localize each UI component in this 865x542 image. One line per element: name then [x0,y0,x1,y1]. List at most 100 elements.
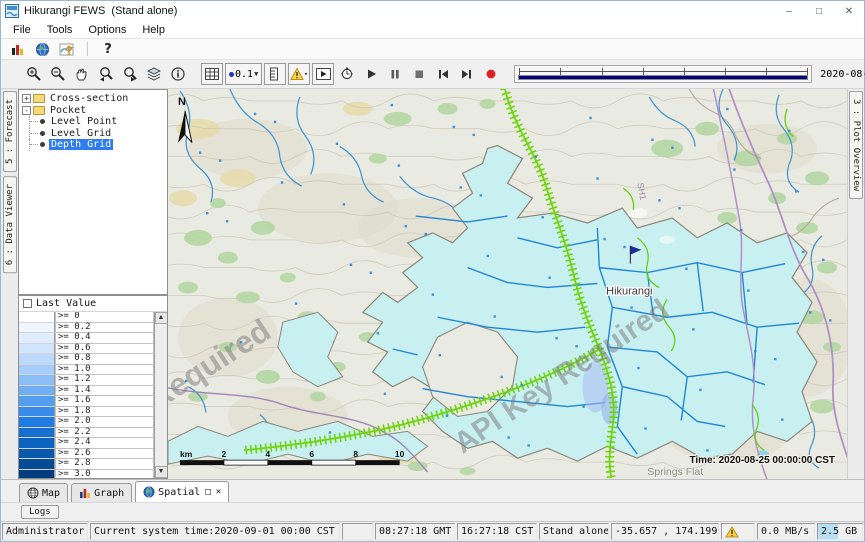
tree-item-label: Depth Grid [49,139,113,150]
database-viewer-icon[interactable] [8,41,26,58]
tab-graph[interactable]: Graph [71,483,132,502]
map-toolbar: 0.1 ▼ 2020 [1,60,864,89]
grid-display-button[interactable] [201,63,223,85]
map-globe-icon[interactable] [33,41,51,58]
bottom-tab-bar: Map Graph Spatial □ ✕ [1,479,864,502]
tab-forecast[interactable]: 5 : Forecast [3,91,17,172]
legend-color-swatch [19,323,55,334]
record-button[interactable] [480,63,502,85]
maximize-button[interactable]: □ [804,1,834,21]
collapse-icon[interactable]: - [22,106,31,115]
tab-map[interactable]: Map [19,483,68,502]
folder-icon [33,106,45,115]
legend-threshold-label: >= 1.6 [55,396,154,407]
tab-maximize-icon[interactable]: □ [205,487,210,497]
legend-row[interactable]: >= 0.4 [19,333,154,344]
legend-row[interactable]: >= 3.0 [19,470,154,479]
legend-row[interactable]: >= 0.8 [19,354,154,365]
tree-connector [30,121,38,122]
zoom-next-icon[interactable] [119,63,141,85]
menu-options[interactable]: Options [80,24,134,36]
tab-plot-overview[interactable]: 3 : Plot Overview [849,91,863,199]
menu-file[interactable]: File [5,24,39,36]
scroll-down-icon[interactable]: ▼ [155,466,168,478]
legend-row[interactable]: >= 2.8 [19,459,154,470]
tree-item[interactable]: Level Point [22,116,167,128]
legend-color-swatch [19,407,55,418]
zoom-previous-icon[interactable] [95,63,117,85]
point-dot-icon [229,72,234,77]
minimize-button[interactable]: – [774,1,804,21]
scroll-up-icon[interactable]: ▲ [155,312,168,324]
legend-threshold-label: >= 2.8 [55,459,154,470]
menu-help[interactable]: Help [134,24,173,36]
last-value-checkbox[interactable] [23,299,32,308]
logs-button[interactable]: Logs [21,505,59,519]
legend-header: Last Value [19,296,167,312]
svg-text:km: km [180,449,192,459]
globe-icon [143,486,155,498]
step-back-button[interactable] [432,63,454,85]
chevron-down-icon: ▼ [254,70,258,78]
tab-graph-label: Graph [94,488,124,499]
legend-threshold-label: >= 0.4 [55,333,154,344]
tree-item[interactable]: +Cross-section [22,93,167,105]
zoom-out-icon[interactable] [47,63,69,85]
time-slider[interactable] [514,65,812,83]
menu-tools[interactable]: Tools [39,24,81,36]
tab-data-viewer[interactable]: 6 : Data Viewer [3,176,17,273]
tab-close-icon[interactable]: ✕ [216,487,221,497]
help-button[interactable]: ? [99,41,117,58]
tree-item[interactable]: Level Grid [22,128,167,140]
svg-text:6: 6 [309,449,314,459]
tree-item[interactable]: -Pocket [22,105,167,117]
legend-row[interactable]: >= 2.4 [19,438,154,449]
legend-row[interactable]: >= 0 [19,312,154,323]
app-icon [5,4,19,18]
warning-dropdown[interactable] [288,63,310,85]
info-icon[interactable] [167,63,189,85]
pause-button[interactable] [384,63,406,85]
layers-icon[interactable] [143,63,165,85]
map-view[interactable]: N km 2 4 6 8 10 Hikurangi [168,89,847,479]
main-area: 5 : Forecast 6 : Data Viewer +Cross-sect… [1,89,864,479]
tree-item[interactable]: Depth Grid [22,139,167,151]
status-transfer-rate: 0.0 MB/s [757,523,815,540]
point-size-dropdown[interactable]: 0.1 ▼ [225,63,262,85]
stop-button[interactable] [408,63,430,85]
pan-icon[interactable] [71,63,93,85]
status-warning-icon[interactable] [721,523,755,540]
legend-row[interactable]: >= 1.2 [19,375,154,386]
status-coordinates: -35.657 , 174.199 [611,523,719,540]
legend-color-swatch [19,449,55,460]
zoom-in-icon[interactable] [23,63,45,85]
legend-row[interactable]: >= 2.0 [19,417,154,428]
step-forward-button[interactable] [456,63,478,85]
status-user: Administrator [2,523,88,540]
status-mode: Stand alone [539,523,609,540]
close-button[interactable]: ✕ [834,1,864,21]
leaf-bullet-icon [40,119,45,124]
legend-color-swatch [19,438,55,449]
expand-icon[interactable]: + [22,94,31,103]
tab-spatial[interactable]: Spatial □ ✕ [135,481,229,502]
animation-panel-button[interactable] [312,63,334,85]
right-tab-strip: 3 : Plot Overview [847,89,864,479]
timer-settings-icon[interactable] [336,63,358,85]
legend-color-swatch [19,459,55,470]
tree-connector [30,144,38,145]
svg-text:4: 4 [265,449,270,459]
legend-color-swatch [19,417,55,428]
legend-scrollbar[interactable]: ▲ ▼ [154,312,167,478]
main-toolbar: ? [1,39,864,60]
tab-spatial-label: Spatial [158,487,200,498]
spatial-display-icon[interactable] [58,41,76,58]
classification-button[interactable] [264,63,286,85]
status-spacer [342,523,373,540]
logs-row: Logs [1,502,864,521]
legend-row[interactable]: >= 1.6 [19,396,154,407]
tree-item-label: Level Point [49,116,119,127]
legend-color-swatch [19,470,55,479]
tree-connector [30,133,38,134]
play-button[interactable] [360,63,382,85]
